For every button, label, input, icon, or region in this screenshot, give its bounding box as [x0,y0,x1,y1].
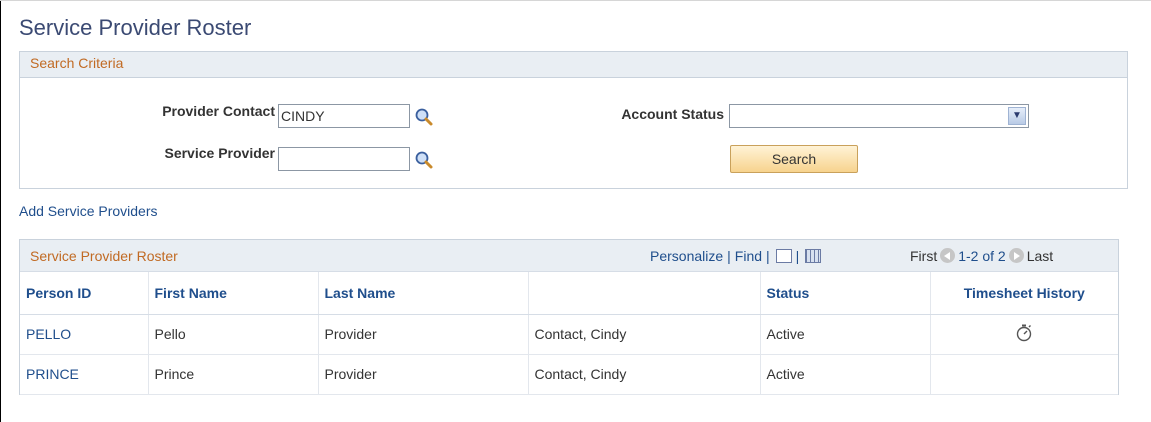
first-name-cell: Pello [148,314,319,355]
person-id-cell: PRINCE [20,354,149,395]
column-header-timesheet-history[interactable]: Timesheet History [930,272,1118,315]
search-criteria-header: Search Criteria [20,52,1127,78]
download-grid-icon[interactable] [805,249,822,263]
column-header-last-name[interactable]: Last Name [318,272,529,315]
account-status-select[interactable]: ▼ [729,104,1029,128]
page-title: Service Provider Roster [19,15,252,40]
add-service-providers-link[interactable]: Add Service Providers [19,203,158,219]
next-arrow-icon[interactable] [1008,248,1024,263]
service-provider-roster-grid: Service Provider Roster Personalize | Find… [19,239,1119,395]
column-header-contact [528,272,761,315]
personalize-link[interactable]: Personalize [650,248,723,264]
provider-contact-input[interactable] [278,104,410,128]
person-id-link[interactable]: PRINCE [26,366,79,382]
search-button[interactable]: Search [730,145,858,173]
pager-first-label: First [910,248,938,264]
table-row: PELLO Pello Provider Contact, Cindy Acti… [20,314,1118,355]
last-name-cell: Provider [318,314,529,355]
chevron-down-icon[interactable]: ▼ [1008,107,1026,125]
roster-table: Person ID First Name Last Name Status Ti… [20,272,1118,395]
grid-pager: First 1-2 of 2 Last [910,248,1053,264]
window-top-border [0,0,1151,1]
grid-header: Service Provider Roster Personalize | Find… [20,240,1118,272]
column-header-person-id[interactable]: Person ID [20,272,149,315]
stopwatch-icon[interactable] [1015,324,1033,342]
table-header-row: Person ID First Name Last Name Status Ti… [20,272,1118,315]
grid-tools: Personalize | Find | | [650,248,822,264]
table-row: PRINCE Prince Provider Contact, Cindy Ac… [20,354,1118,395]
search-criteria-section: Search Criteria Provider Contact Service… [19,51,1128,189]
person-id-cell: PELLO [20,314,149,355]
service-provider-lookup-icon[interactable] [414,150,434,170]
person-id-link[interactable]: PELLO [26,326,71,342]
grid-caption: Service Provider Roster [30,248,178,264]
window-left-border [0,0,1,422]
provider-contact-label: Provider Contact [162,103,275,119]
first-name-cell: Prince [148,354,319,395]
previous-arrow-icon[interactable] [940,248,956,263]
provider-contact-lookup-icon[interactable] [414,107,434,127]
status-cell: Active [760,354,931,395]
timesheet-history-cell [930,314,1118,355]
contact-cell: Contact, Cindy [528,314,761,355]
contact-cell: Contact, Cindy [528,354,761,395]
status-cell: Active [760,314,931,355]
view-all-icon[interactable] [775,249,792,263]
pager-count: 1-2 of 2 [958,248,1006,264]
timesheet-history-cell [930,354,1118,395]
find-link[interactable]: Find [735,248,762,264]
service-provider-label: Service Provider [164,145,275,161]
column-header-first-name[interactable]: First Name [148,272,319,315]
service-provider-input[interactable] [278,147,410,171]
account-status-label: Account Status [621,106,724,122]
column-header-status[interactable]: Status [760,272,931,315]
last-name-cell: Provider [318,354,529,395]
pager-last-label: Last [1026,248,1054,264]
